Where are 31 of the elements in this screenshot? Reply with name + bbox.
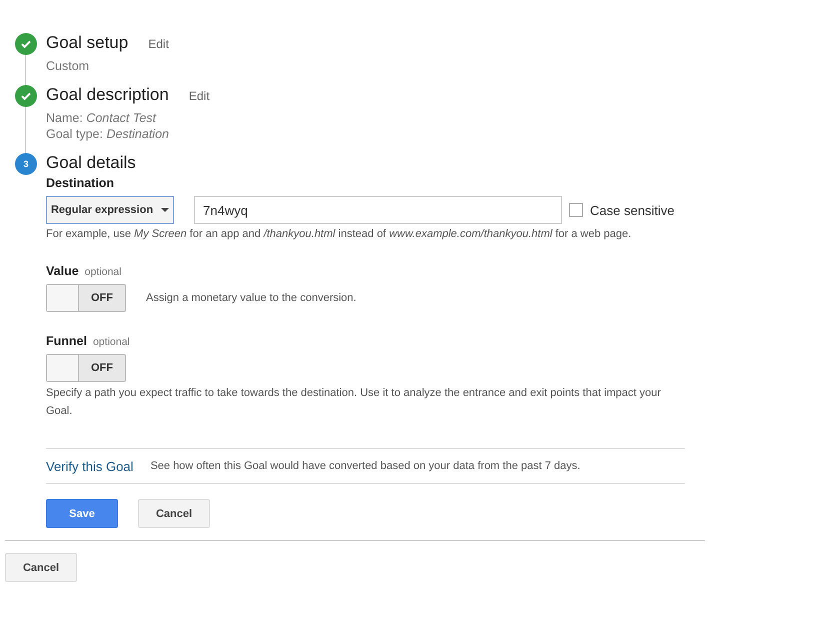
verify-description: See how often this Goal would have converted based on your data from the past 7 days. [150,460,580,472]
optional-tag: optional [84,266,122,278]
step-summary: Goal type: Destination [46,127,170,141]
optional-tag: optional [92,336,130,348]
edit-link[interactable]: Edit [188,89,210,103]
step-title: Goal details [46,153,136,173]
destination-input[interactable]: 7n4wyq [194,196,562,224]
match-type-dropdown[interactable]: Regular expression [46,196,174,224]
step-summary: Custom [46,59,90,73]
caret-icon [161,208,170,212]
option-description: Specify a path you expect traffic to take towards the destination. Use it to analyze the entrance and exit points that impact your Goal. [46,386,662,419]
check-icon [15,33,37,55]
save-button[interactable]: Save [46,499,118,528]
check-icon [15,85,37,107]
field-label: Destination [46,176,116,190]
verify-link[interactable]: Verify this Goal [46,458,134,474]
checkbox[interactable] [569,203,583,217]
toggle-switch[interactable]: OFF [46,354,126,382]
option-label: Value [46,264,79,278]
option-description: Assign a monetary value to the conversion. [146,291,356,306]
edit-link[interactable]: Edit [148,37,169,51]
step-title: Goal setup [46,33,128,53]
cancel-button[interactable]: Cancel [5,553,77,582]
option-label: Funnel [46,334,87,348]
step-summary: Name: Contact Test [46,111,158,125]
step-number: 3 [15,153,37,175]
checkbox-label: Case sensitive [590,202,675,218]
cancel-button[interactable]: Cancel [138,499,210,528]
step-title: Goal description [46,85,169,105]
hint-text: For example, use My Screen for an app and /thankyou.html instead of www.example.com/thankyou.html for a web page. [46,228,632,240]
toggle-switch[interactable]: OFF [46,284,126,312]
